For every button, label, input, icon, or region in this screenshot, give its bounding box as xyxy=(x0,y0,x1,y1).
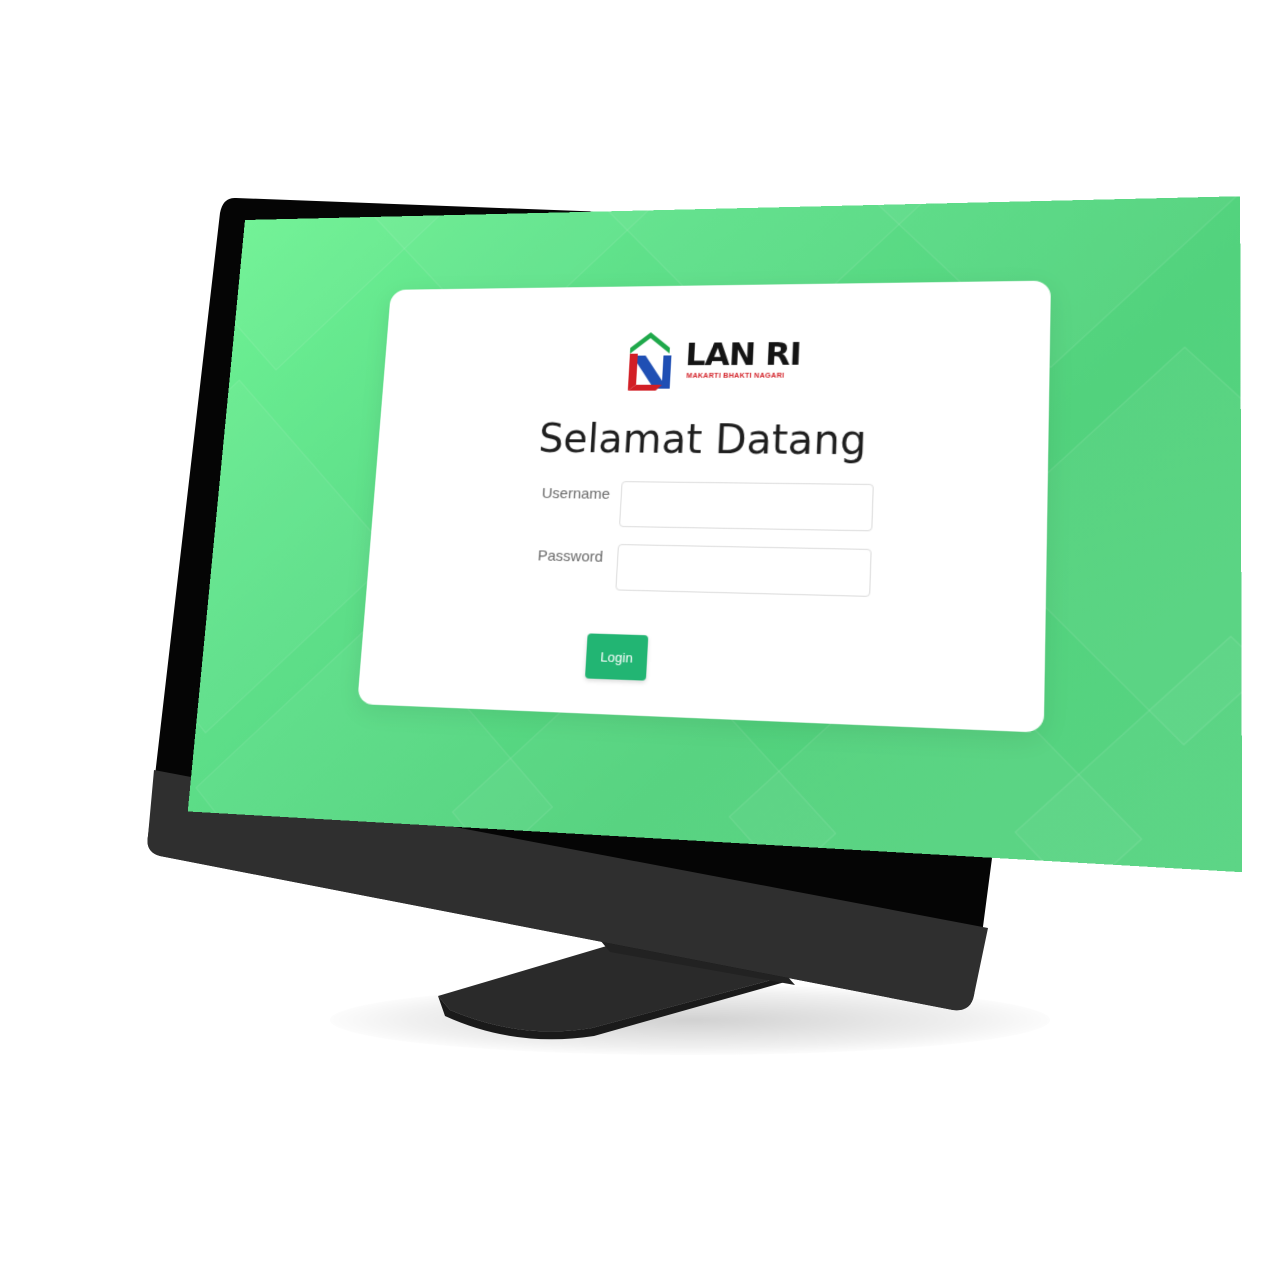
screen: LAN RI MAKARTI BHAKTI NAGARI Selamat Dat… xyxy=(187,196,1243,873)
brand-tagline: MAKARTI BHAKTI NAGARI xyxy=(686,372,785,380)
login-button[interactable]: Login xyxy=(584,633,649,681)
brand-name: LAN RI xyxy=(684,335,802,373)
monitor-mockup: LAN RI MAKARTI BHAKTI NAGARI Selamat Dat… xyxy=(0,0,1280,1280)
password-label: Password xyxy=(537,547,604,566)
password-input[interactable] xyxy=(615,544,872,597)
lan-ri-logo-icon xyxy=(627,332,672,391)
page-title: Selamat Datang xyxy=(537,416,868,465)
brand-logo: LAN RI MAKARTI BHAKTI NAGARI xyxy=(622,325,827,395)
login-card: LAN RI MAKARTI BHAKTI NAGARI Selamat Dat… xyxy=(357,280,1051,733)
username-label: Username xyxy=(541,485,611,503)
username-input[interactable] xyxy=(618,481,874,532)
